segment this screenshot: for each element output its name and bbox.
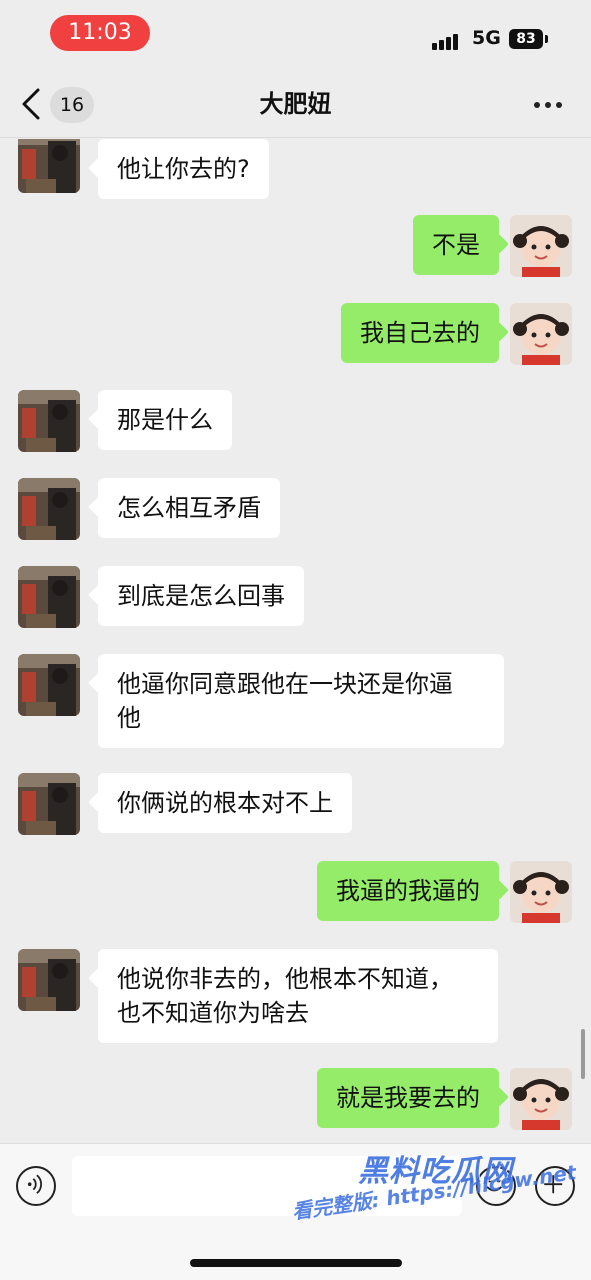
scrollbar[interactable] bbox=[581, 1029, 585, 1079]
message-bubble[interactable]: 他说你非去的，他根本不知道， 也不知道你为啥去 bbox=[98, 949, 498, 1043]
my-avatar[interactable] bbox=[510, 861, 572, 923]
more-button[interactable] bbox=[528, 92, 568, 116]
back-button[interactable]: 16 bbox=[18, 84, 96, 124]
contact-avatar[interactable] bbox=[18, 566, 80, 628]
message-list[interactable]: 他让你去的? 不是 我自己去的 那是什么 怎么相互矛盾 到底是怎么回事 他逼你同… bbox=[0, 139, 591, 1143]
message-bubble[interactable]: 他让你去的? bbox=[98, 139, 269, 199]
battery-tip bbox=[545, 35, 548, 43]
status-time[interactable]: 11:03 bbox=[50, 15, 150, 51]
my-avatar[interactable] bbox=[510, 303, 572, 365]
battery-icon: 83 bbox=[509, 29, 543, 49]
unread-count-badge: 16 bbox=[50, 87, 94, 123]
contact-avatar[interactable] bbox=[18, 654, 80, 716]
message-bubble[interactable]: 到底是怎么回事 bbox=[98, 566, 304, 626]
nav-bar: 16 大肥妞 bbox=[0, 70, 591, 138]
message-bubble[interactable]: 那是什么 bbox=[98, 390, 232, 450]
message-bubble[interactable]: 他逼你同意跟他在一块还是你逼 他 bbox=[98, 654, 504, 748]
contact-avatar[interactable] bbox=[18, 949, 80, 1011]
network-type: 5G bbox=[472, 27, 501, 49]
message-bubble[interactable]: 你俩说的根本对不上 bbox=[98, 773, 352, 833]
message-bubble[interactable]: 就是我要去的 bbox=[317, 1068, 499, 1128]
chevron-left-icon bbox=[22, 88, 40, 120]
signal-icon bbox=[432, 32, 464, 50]
message-bubble[interactable]: 怎么相互矛盾 bbox=[98, 478, 280, 538]
status-bar: 11:03 5G 83 bbox=[0, 0, 591, 70]
contact-avatar[interactable] bbox=[18, 773, 80, 835]
message-bubble[interactable]: 我自己去的 bbox=[341, 303, 499, 363]
more-dots-icon bbox=[534, 102, 540, 108]
contact-avatar[interactable] bbox=[18, 478, 80, 540]
contact-avatar[interactable] bbox=[18, 139, 80, 193]
message-bubble[interactable]: 我逼的我逼的 bbox=[317, 861, 499, 921]
chat-screen: 11:03 5G 83 16 大肥妞 他让你去的? 不是 我自己去的 那是什么 … bbox=[0, 0, 591, 1280]
my-avatar[interactable] bbox=[510, 215, 572, 277]
home-indicator[interactable] bbox=[190, 1259, 402, 1267]
voice-button[interactable] bbox=[16, 1166, 56, 1206]
voice-icon bbox=[27, 1174, 43, 1194]
contact-avatar[interactable] bbox=[18, 390, 80, 452]
my-avatar[interactable] bbox=[510, 1068, 572, 1130]
message-bubble[interactable]: 不是 bbox=[413, 215, 499, 275]
